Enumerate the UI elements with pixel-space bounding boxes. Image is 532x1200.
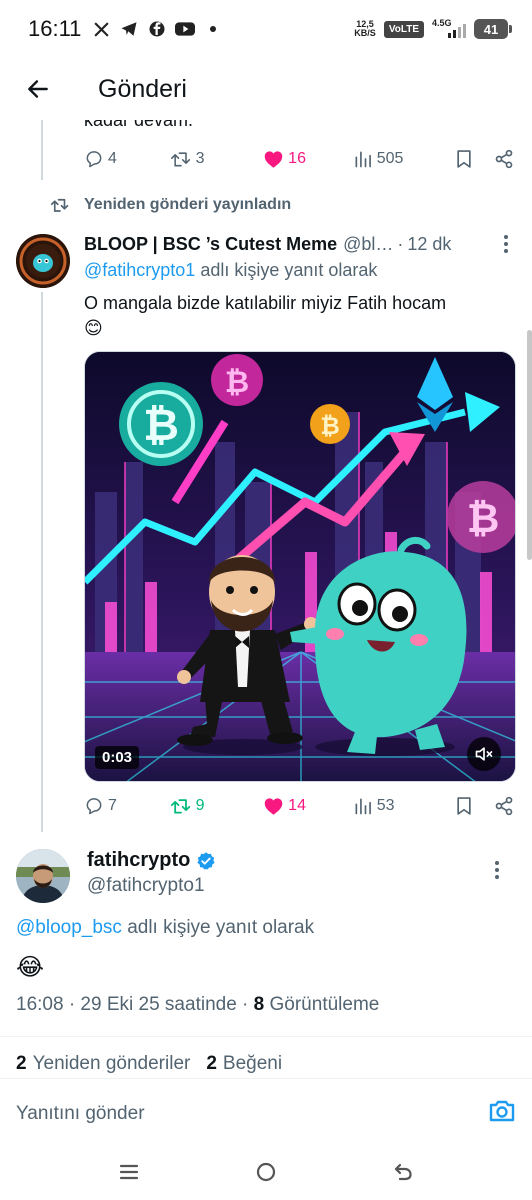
bookmark-button[interactable] xyxy=(444,149,484,169)
mute-button[interactable] xyxy=(467,737,501,771)
reposts-stat[interactable]: 2 Yeniden gönderiler xyxy=(16,1053,190,1075)
svg-text:₿: ₿ xyxy=(225,365,249,400)
repost-icon xyxy=(170,799,190,814)
views-icon xyxy=(355,798,371,815)
replying-to: @bloop_bsc adlı kişiye yanıt olarak xyxy=(16,917,315,938)
recents-button[interactable] xyxy=(118,1162,140,1187)
telegram-icon xyxy=(119,19,139,39)
emoji: 😊 xyxy=(84,318,103,338)
back-icon xyxy=(395,1163,412,1180)
repost-button[interactable]: 3 xyxy=(170,149,264,169)
status-time: 16:11 xyxy=(28,16,82,41)
author-name[interactable]: BLOOP | BSC ’s Cutest Meme xyxy=(84,234,337,255)
reply-input[interactable]: Yanıtını gönder xyxy=(16,1103,145,1125)
more-notifications-icon xyxy=(203,19,223,39)
engagement-stats: 2 Yeniden gönderiler 2 Beğeni xyxy=(16,1053,282,1075)
page-title: Gönderi xyxy=(98,74,187,103)
svg-text:₿: ₿ xyxy=(320,412,340,440)
author-name[interactable]: fatihcrypto xyxy=(87,849,190,872)
separator-dot: · xyxy=(397,233,404,254)
scrollbar[interactable] xyxy=(527,330,532,560)
post-text: O mangala bizde katılabilir miyiz Fatih … xyxy=(84,291,514,341)
replying-to: @fatihcrypto1 adlı kişiye yanıt olarak xyxy=(84,260,378,280)
video-duration: 0:03 xyxy=(95,746,140,769)
media-button[interactable] xyxy=(488,1098,516,1129)
repost-notice: Yeniden gönderi yayınladın xyxy=(50,196,291,214)
avatar[interactable] xyxy=(16,849,70,903)
bookmark-button[interactable] xyxy=(444,796,484,816)
more-button[interactable] xyxy=(496,234,516,254)
youtube-icon xyxy=(175,19,196,39)
video-thumbnail: ₿ ₿ ₿ ₿ xyxy=(85,352,515,781)
svg-text:₿: ₿ xyxy=(143,400,179,451)
facebook-icon xyxy=(147,19,167,39)
share-button[interactable] xyxy=(484,149,514,169)
main-author: fatihcrypto xyxy=(87,849,216,872)
share-button[interactable] xyxy=(484,796,514,816)
reply-icon xyxy=(86,151,102,168)
author-handle[interactable]: @bl… xyxy=(343,234,393,255)
repost-icon xyxy=(170,152,190,167)
views-button[interactable]: 53 xyxy=(353,796,445,816)
media-icon xyxy=(489,1100,515,1122)
home-icon xyxy=(256,1162,276,1181)
verified-icon xyxy=(197,851,215,870)
battery-icon: 41 xyxy=(474,19,512,39)
signal-icon: 4.5G xyxy=(432,18,466,40)
divider xyxy=(0,1036,532,1037)
emoji: 😂 xyxy=(16,954,45,981)
more-icon xyxy=(495,861,499,879)
mention-link[interactable]: @fatihcrypto1 xyxy=(84,260,195,280)
home-button[interactable] xyxy=(255,1161,277,1188)
views-icon xyxy=(355,151,371,168)
notification-icons xyxy=(91,19,223,39)
reply-icon xyxy=(86,798,102,815)
prev-post-actions: 4 3 16 505 xyxy=(84,143,514,175)
recents-icon xyxy=(119,1164,138,1179)
like-button[interactable]: 14 xyxy=(263,796,353,816)
heart-icon xyxy=(264,798,283,815)
heart-icon xyxy=(264,151,283,168)
post-time: 12 dk xyxy=(407,233,452,254)
reply-post-header: BLOOP | BSC ’s Cutest Meme @bl… · 12 dk xyxy=(84,232,516,256)
likes-stat[interactable]: 2 Beğeni xyxy=(206,1053,282,1075)
status-bar: 16:11 12,5 KB/S VoLTE 4.5G 41 xyxy=(0,0,532,58)
svg-text:₿: ₿ xyxy=(467,496,500,542)
back-arrow-icon xyxy=(28,80,48,98)
back-button[interactable] xyxy=(0,58,76,120)
system-nav-bar xyxy=(0,1148,532,1200)
bookmark-icon xyxy=(457,150,471,168)
reply-button[interactable]: 4 xyxy=(84,149,170,169)
thread-line xyxy=(41,120,43,180)
top-app-bar: Gönderi xyxy=(0,58,532,120)
bookmark-icon xyxy=(457,797,471,815)
mention-link[interactable]: @bloop_bsc xyxy=(16,917,122,938)
volte-badge: VoLTE xyxy=(383,20,424,38)
reply-post-actions: 7 9 14 53 xyxy=(84,790,514,822)
reply-button[interactable]: 7 xyxy=(84,796,170,816)
video-player[interactable]: ₿ ₿ ₿ ₿ 0:03 xyxy=(84,351,516,782)
more-button[interactable] xyxy=(494,860,500,885)
network-speed: 12,5 KB/S xyxy=(354,19,376,38)
x-icon xyxy=(91,19,111,39)
thread-line xyxy=(41,292,43,832)
author-handle[interactable]: @fatihcrypto1 xyxy=(87,875,205,897)
post-metadata: 16:08 · 29 Eki 25 saatinde · 8 Görüntüle… xyxy=(16,994,380,1015)
more-icon xyxy=(504,235,508,253)
repost-button[interactable]: 9 xyxy=(170,796,264,816)
mute-icon xyxy=(475,747,493,761)
repost-icon xyxy=(50,198,69,212)
avatar[interactable] xyxy=(16,234,70,288)
views-button[interactable]: 505 xyxy=(353,149,445,169)
share-icon xyxy=(495,149,513,169)
system-back-button[interactable] xyxy=(392,1162,414,1187)
reply-composer[interactable]: Yanıtını gönder xyxy=(0,1078,532,1148)
share-icon xyxy=(495,796,513,816)
like-button[interactable]: 16 xyxy=(263,149,353,169)
